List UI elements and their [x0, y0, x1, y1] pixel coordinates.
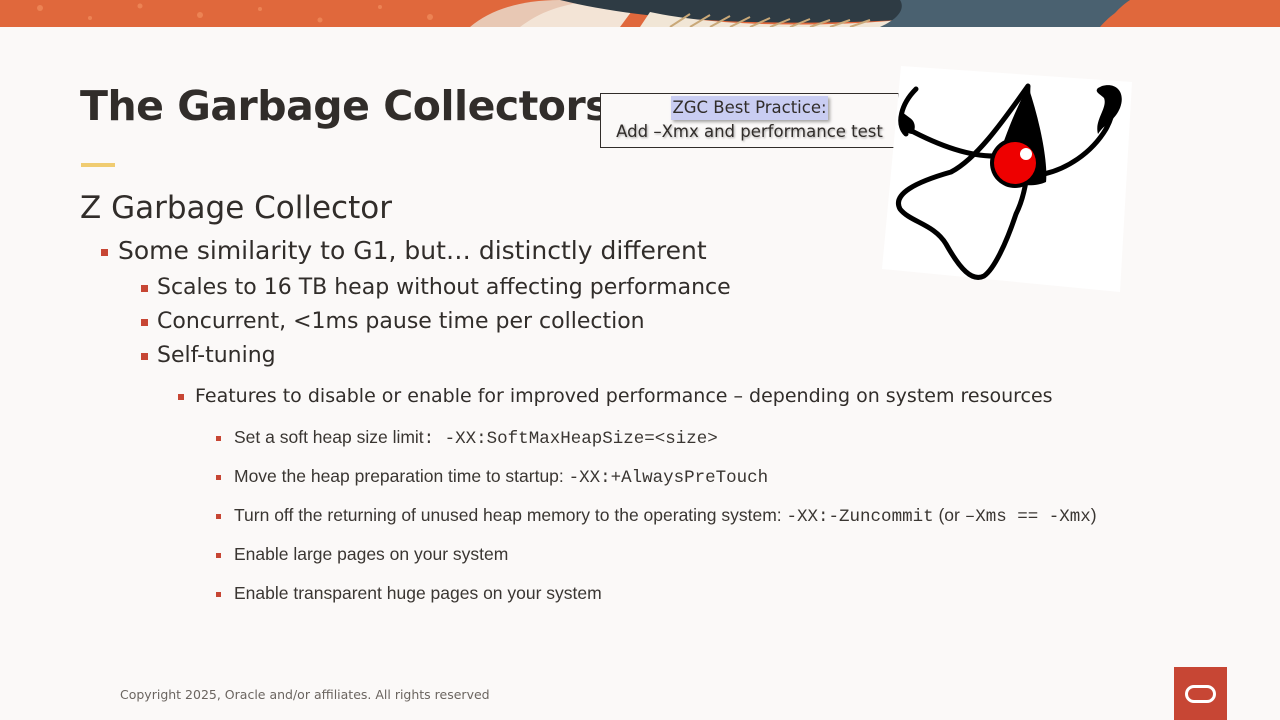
bullet-text: Move the heap preparation time to startu…	[234, 466, 569, 486]
bullet-text: Self-tuning	[157, 343, 276, 368]
bullet-text: Some similarity to G1, but… distinctly d…	[118, 236, 707, 265]
bullet-level4: Set a soft heap size limit: -XX:SoftMaxH…	[216, 427, 718, 449]
oracle-logo-icon	[1174, 667, 1227, 720]
bullet-marker	[178, 394, 184, 400]
bullet-text: Concurrent, <1ms pause time per collecti…	[157, 309, 645, 334]
oracle-ring-icon	[1185, 685, 1216, 703]
bullet-level4: Move the heap preparation time to startu…	[216, 466, 769, 488]
bullet-marker	[216, 514, 221, 519]
bullet-level1: Some similarity to G1, but… distinctly d…	[101, 236, 707, 265]
bullet-level2: Concurrent, <1ms pause time per collecti…	[141, 309, 645, 334]
bullet-level4: Enable transparent huge pages on your sy…	[216, 583, 602, 604]
bullet-text: Enable large pages on your system	[234, 544, 509, 564]
bullet-level4: Turn off the returning of unused heap me…	[216, 505, 1097, 527]
code-snippet: : -XX:SoftMaxHeapSize=<size>	[423, 429, 718, 449]
title-underline	[81, 163, 115, 167]
code-snippet: –Xms == -Xmx	[964, 507, 1091, 527]
bullet-level3: Features to disable or enable for improv…	[178, 385, 1053, 407]
bullet-marker	[216, 475, 221, 480]
paren-open-text: (or	[933, 505, 965, 525]
duke-mascot-image	[876, 64, 1136, 294]
slide-title: The Garbage Collectors	[80, 82, 610, 130]
header-banner	[0, 0, 1280, 27]
bullet-text: Features to disable or enable for improv…	[195, 385, 1053, 407]
code-snippet: -XX:+AlwaysPreTouch	[568, 468, 769, 488]
bullet-marker	[101, 249, 108, 256]
callout-text: Add –Xmx and performance test	[616, 122, 883, 141]
code-snippet: -XX:-Zuncommit	[786, 507, 934, 527]
bullet-text: Set a soft heap size limit	[234, 427, 424, 447]
callout-heading: ZGC Best Practice:	[671, 96, 828, 120]
bullet-level4: Enable large pages on your system	[216, 544, 509, 565]
bullet-text: Turn off the returning of unused heap me…	[234, 505, 787, 525]
bullet-level2: Scales to 16 TB heap without affecting p…	[141, 275, 731, 300]
paren-close-text: )	[1090, 505, 1097, 525]
section-heading: Z Garbage Collector	[80, 190, 392, 226]
bullet-marker	[216, 436, 221, 441]
bullet-marker	[216, 592, 221, 597]
bullet-text: Scales to 16 TB heap without affecting p…	[157, 275, 731, 300]
bullet-marker	[216, 553, 221, 558]
bullet-text: Enable transparent huge pages on your sy…	[234, 583, 602, 603]
copyright-notice: Copyright 2025, Oracle and/or affiliates…	[120, 687, 490, 702]
bullet-marker	[141, 285, 148, 292]
bullet-marker	[141, 319, 148, 326]
bullet-level2: Self-tuning	[141, 343, 276, 368]
best-practice-callout: ZGC Best Practice: Add –Xmx and performa…	[600, 93, 899, 148]
bullet-marker	[141, 353, 148, 360]
